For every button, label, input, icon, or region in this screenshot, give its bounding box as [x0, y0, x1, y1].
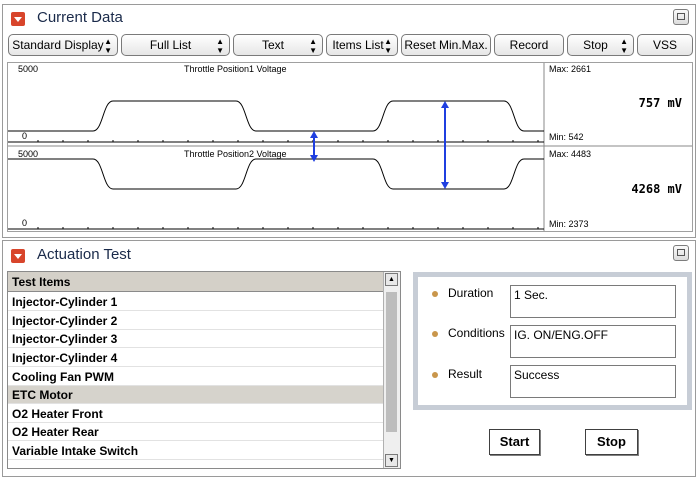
graph1-ymin-label: 0: [22, 131, 28, 141]
conditions-label: Conditions: [448, 326, 505, 340]
duration-field: 1 Sec.: [510, 285, 676, 318]
graph2-ticks: [37, 227, 539, 229]
current-data-titlebar: Current Data: [3, 5, 695, 33]
text-label: Text: [261, 38, 284, 52]
bullet-icon: [432, 331, 438, 337]
graph1-title: Throttle Position1 Voltage: [184, 64, 287, 74]
vss-label: VSS: [652, 38, 677, 52]
record-button[interactable]: Record: [494, 34, 564, 56]
maximize-icon[interactable]: [673, 245, 689, 261]
maximize-icon[interactable]: [673, 9, 689, 25]
scroll-up-icon[interactable]: ▲: [385, 273, 398, 286]
scroll-down-icon[interactable]: ▼: [385, 454, 398, 467]
graph1-min: Min: 542: [549, 132, 584, 142]
graph2-trace: [8, 158, 544, 190]
delta-marker-right-arrow-up: [441, 101, 449, 108]
spinner-icon: ▲ ▼: [216, 37, 224, 55]
list-item[interactable]: Injector-Cylinder 1: [8, 293, 384, 311]
full-list-select[interactable]: Full List ▲ ▼: [121, 34, 230, 56]
graph1-ymax-label: 5000: [18, 64, 39, 74]
current-data-title: Current Data: [37, 9, 123, 26]
list-item[interactable]: Variable Intake Switch: [8, 442, 384, 460]
graph2-ymax-label: 5000: [18, 149, 39, 159]
standard-display-select[interactable]: Standard Display ▲ ▼: [8, 34, 118, 56]
graph-canvas: [8, 63, 692, 231]
list-item[interactable]: Injector-Cylinder 3: [8, 330, 384, 348]
result-label: Result: [448, 367, 483, 381]
graph2-title: Throttle Position2 Voltage: [184, 149, 287, 159]
collapse-icon[interactable]: [11, 12, 25, 26]
scroll-thumb[interactable]: [386, 292, 397, 432]
list-item[interactable]: Cooling Fan PWM: [8, 368, 384, 386]
delta-marker-right-arrow-down: [441, 182, 449, 189]
graph2-min: Min: 2373: [549, 219, 589, 229]
graph1-max: Max: 2661: [549, 64, 592, 74]
list-scrollbar[interactable]: ▲ ▼: [383, 272, 400, 468]
list-item[interactable]: Injector-Cylinder 2: [8, 312, 384, 330]
reset-min-max-label: Reset Min.Max.: [404, 38, 488, 52]
list-item[interactable]: O2 Heater Front: [8, 405, 384, 423]
list-item[interactable]: O2 Heater Rear: [8, 423, 384, 441]
stop-select[interactable]: Stop ▲ ▼: [567, 34, 634, 56]
vss-button[interactable]: VSS: [637, 34, 693, 56]
bullet-icon: [432, 372, 438, 378]
items-list-select[interactable]: Items List ▲ ▼: [326, 34, 398, 56]
bullet-icon: [432, 291, 438, 297]
test-conditions-panel: Duration 1 Sec. Conditions IG. ON/ENG.OF…: [413, 272, 692, 410]
spinner-icon: ▲ ▼: [384, 37, 392, 55]
actuation-test-titlebar: Actuation Test: [3, 241, 695, 269]
graph1-ticks: [37, 140, 539, 142]
test-items-list[interactable]: Test Items Injector-Cylinder 1 Injector-…: [7, 271, 401, 469]
full-list-label: Full List: [149, 38, 192, 52]
delta-marker-left-arrow-up: [310, 131, 318, 138]
graph1-value: 757 mV: [638, 96, 682, 110]
record-label: Record: [509, 38, 549, 52]
actuation-test-title: Actuation Test: [37, 246, 131, 263]
items-list-label: Items List: [332, 38, 384, 52]
stop-label: Stop: [583, 38, 608, 52]
spinner-icon: ▲ ▼: [620, 37, 628, 55]
graph2-max: Max: 4483: [549, 149, 592, 159]
text-select[interactable]: Text ▲ ▼: [233, 34, 323, 56]
start-button[interactable]: Start: [489, 429, 540, 455]
reset-min-max-button[interactable]: Reset Min.Max.: [401, 34, 491, 56]
graph-area: 5000 0 Throttle Position1 Voltage Max: 2…: [7, 62, 693, 232]
stop-button[interactable]: Stop: [585, 429, 638, 455]
standard-display-label: Standard Display: [12, 38, 104, 52]
list-item-selected[interactable]: ETC Motor: [8, 386, 384, 404]
conditions-field: IG. ON/ENG.OFF: [510, 325, 676, 358]
graph2-value: 4268 mV: [631, 182, 682, 196]
collapse-icon[interactable]: [11, 249, 25, 263]
list-item[interactable]: Injector-Cylinder 4: [8, 349, 384, 367]
graph1-trace: [8, 100, 544, 132]
duration-label: Duration: [448, 286, 494, 300]
graph2-ymin-label: 0: [22, 218, 28, 228]
spinner-icon: ▲ ▼: [104, 37, 112, 55]
result-field: Success: [510, 365, 676, 398]
test-items-header: Test Items: [8, 272, 384, 292]
spinner-icon: ▲ ▼: [309, 37, 317, 55]
